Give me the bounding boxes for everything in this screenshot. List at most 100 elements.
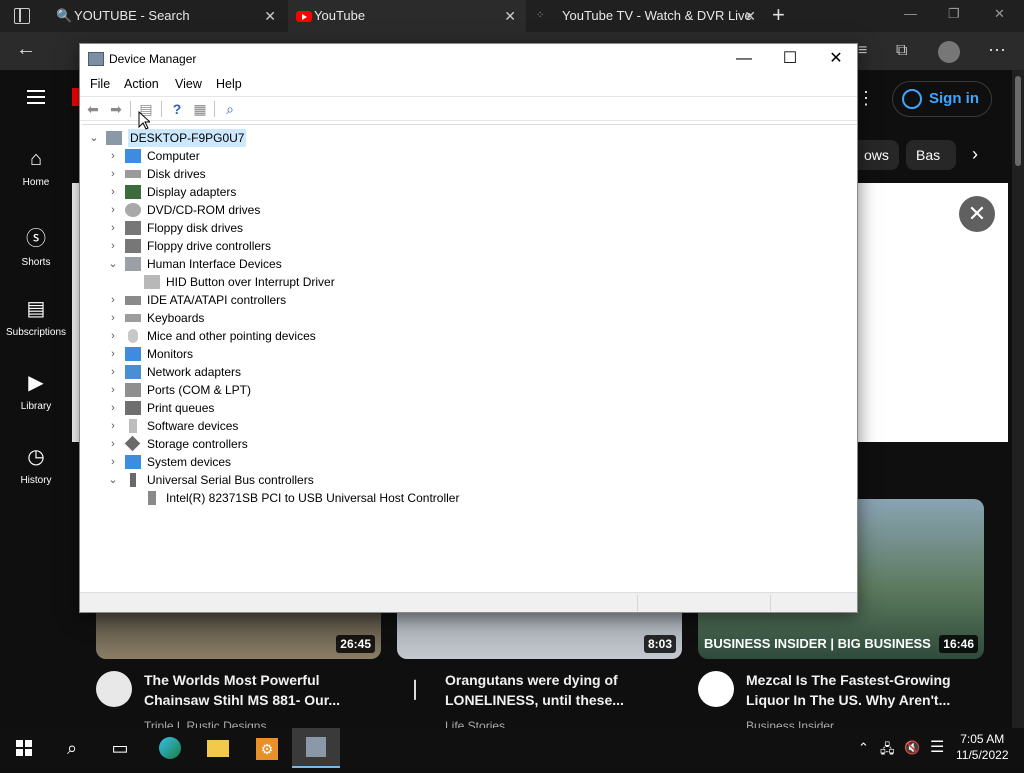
collections-icon[interactable]: ⧉ bbox=[896, 42, 907, 60]
chevron-right-icon[interactable]: › bbox=[107, 381, 119, 399]
close-banner-button[interactable]: ✕ bbox=[959, 196, 995, 232]
disk-drive-icon bbox=[125, 170, 141, 178]
chip-filter[interactable]: Bas bbox=[906, 140, 956, 170]
chevron-down-icon[interactable]: ⌄ bbox=[107, 471, 119, 489]
taskbar-settings-app[interactable]: ⚙ bbox=[243, 728, 291, 768]
menu-view[interactable]: View bbox=[175, 77, 202, 91]
device-manager-titlebar[interactable]: Device Manager — ☐ ✕ bbox=[80, 44, 857, 74]
video-title[interactable]: Mezcal Is The Fastest-Growing Liquor In … bbox=[746, 670, 986, 710]
nav-label: Subscriptions bbox=[5, 327, 67, 338]
task-view-button[interactable]: ▭ bbox=[96, 728, 144, 768]
chevron-right-icon[interactable]: › bbox=[972, 144, 978, 165]
video-title[interactable]: The Worlds Most Powerful Chainsaw Stihl … bbox=[144, 670, 384, 710]
new-tab-button[interactable]: + bbox=[772, 2, 785, 28]
menu-help[interactable]: Help bbox=[216, 77, 242, 91]
nav-shorts[interactable]: ⓢ Shorts bbox=[0, 222, 72, 268]
chevron-right-icon[interactable]: › bbox=[107, 165, 119, 183]
browser-restore-button[interactable]: ❐ bbox=[948, 6, 960, 22]
settings-menu-icon[interactable]: ⋮ bbox=[857, 88, 875, 109]
back-arrow-icon[interactable]: ⬅ bbox=[84, 100, 102, 118]
nav-history[interactable]: ◷ History bbox=[0, 444, 72, 486]
chevron-right-icon[interactable]: › bbox=[107, 309, 119, 327]
notification-icon[interactable]: ☰ bbox=[930, 737, 944, 757]
tab-actions-icon[interactable] bbox=[14, 8, 30, 24]
profile-avatar[interactable] bbox=[938, 41, 960, 63]
computer-icon bbox=[125, 149, 141, 163]
tree-label: Print queues bbox=[147, 401, 215, 415]
view-icon[interactable]: ▦ bbox=[191, 100, 209, 118]
system-clock[interactable]: 7:05 AM 11/5/2022 bbox=[956, 731, 1009, 763]
menu-file[interactable]: File bbox=[90, 77, 110, 91]
nav-subscriptions[interactable]: ▤ Subscriptions bbox=[0, 296, 72, 338]
chevron-down-icon[interactable]: ⌄ bbox=[107, 255, 119, 273]
chevron-right-icon[interactable]: › bbox=[107, 183, 119, 201]
browser-minimize-button[interactable]: — bbox=[904, 6, 917, 21]
chevron-down-icon[interactable]: ⌄ bbox=[88, 129, 100, 147]
search-button[interactable]: ⌕ bbox=[48, 728, 96, 768]
scan-hardware-icon[interactable]: ⌕ bbox=[221, 100, 239, 118]
nav-home[interactable]: ⌂ Home bbox=[0, 148, 72, 188]
forward-arrow-icon[interactable]: ➡ bbox=[107, 100, 125, 118]
taskbar-edge[interactable] bbox=[146, 728, 194, 768]
close-button[interactable]: ✕ bbox=[813, 48, 859, 70]
device-manager-icon bbox=[306, 737, 326, 757]
taskbar-device-manager[interactable] bbox=[292, 728, 340, 768]
start-button[interactable] bbox=[0, 728, 48, 768]
chevron-right-icon[interactable]: › bbox=[107, 219, 119, 237]
storage-controller-icon bbox=[124, 435, 141, 452]
minimize-button[interactable]: — bbox=[721, 48, 767, 70]
chevron-right-icon[interactable]: › bbox=[107, 147, 119, 165]
taskbar: ⌕ ▭ ⚙ ⌃ 🖧 🔇 7:05 AM 11/5/2022 ☰ bbox=[0, 728, 1024, 768]
back-button[interactable]: ← bbox=[16, 38, 36, 61]
warning-device-icon bbox=[144, 275, 160, 289]
channel-avatar[interactable] bbox=[698, 671, 734, 707]
toolbar-separator bbox=[214, 101, 215, 117]
tab-close-button[interactable]: ✕ bbox=[264, 0, 276, 32]
sign-in-label: Sign in bbox=[929, 90, 979, 107]
status-divider bbox=[770, 595, 771, 611]
dvd-drive-icon bbox=[125, 203, 141, 217]
favorites-icon[interactable]: ≡ bbox=[858, 42, 867, 60]
chevron-up-icon[interactable]: ⌃ bbox=[858, 740, 869, 756]
tree-label: DVD/CD-ROM drives bbox=[147, 203, 261, 217]
video-title[interactable]: Orangutans were dying of LONELINESS, unt… bbox=[445, 670, 685, 710]
volume-muted-icon[interactable]: 🔇 bbox=[904, 740, 920, 756]
hamburger-menu-icon[interactable] bbox=[27, 90, 45, 104]
tab-close-button[interactable]: ✕ bbox=[744, 0, 756, 32]
video-duration: 16:46 bbox=[939, 635, 978, 653]
tab-close-button[interactable]: ✕ bbox=[504, 0, 516, 32]
channel-avatar[interactable] bbox=[96, 671, 132, 707]
network-adapter-icon bbox=[125, 365, 141, 379]
channel-avatar[interactable]: ❘ bbox=[397, 671, 433, 707]
chevron-right-icon[interactable]: › bbox=[107, 327, 119, 345]
maximize-button[interactable]: ☐ bbox=[767, 48, 813, 70]
tab-youtube-search[interactable]: 🔍 YOUTUBE - Search ✕ bbox=[48, 0, 286, 32]
chevron-right-icon[interactable]: › bbox=[107, 399, 119, 417]
chevron-right-icon[interactable]: › bbox=[107, 345, 119, 363]
help-icon[interactable]: ? bbox=[168, 100, 186, 118]
chevron-right-icon[interactable]: › bbox=[107, 453, 119, 471]
chevron-right-icon[interactable]: › bbox=[107, 291, 119, 309]
taskbar-file-explorer[interactable] bbox=[194, 728, 242, 768]
browser-menu-button[interactable]: ⋯ bbox=[988, 40, 1006, 61]
sign-in-button[interactable]: Sign in bbox=[892, 81, 992, 117]
chip-label: ows bbox=[864, 147, 889, 163]
network-icon[interactable]: 🖧 bbox=[880, 740, 895, 762]
tree-label: DESKTOP-F9PG0U7 bbox=[128, 129, 247, 147]
chevron-right-icon[interactable]: › bbox=[107, 237, 119, 255]
nav-library[interactable]: ▶ Library bbox=[0, 370, 72, 412]
tab-youtube[interactable]: YouTube ✕ bbox=[288, 0, 526, 32]
tab-youtube-tv[interactable]: ⁘ YouTube TV - Watch & DVR Live ✕ bbox=[528, 0, 766, 32]
scrollbar-thumb[interactable] bbox=[1015, 76, 1021, 166]
browser-close-button[interactable]: ✕ bbox=[994, 6, 1005, 22]
tree-label: Monitors bbox=[147, 347, 194, 361]
folder-icon bbox=[207, 740, 229, 757]
menu-action[interactable]: Action bbox=[124, 77, 159, 91]
usb-icon bbox=[130, 473, 136, 487]
page-scrollbar[interactable] bbox=[1012, 70, 1024, 728]
chevron-right-icon[interactable]: › bbox=[107, 417, 119, 435]
chevron-right-icon[interactable]: › bbox=[107, 201, 119, 219]
chevron-right-icon[interactable]: › bbox=[107, 435, 119, 453]
chevron-right-icon[interactable]: › bbox=[107, 363, 119, 381]
youtube-icon bbox=[296, 11, 312, 22]
